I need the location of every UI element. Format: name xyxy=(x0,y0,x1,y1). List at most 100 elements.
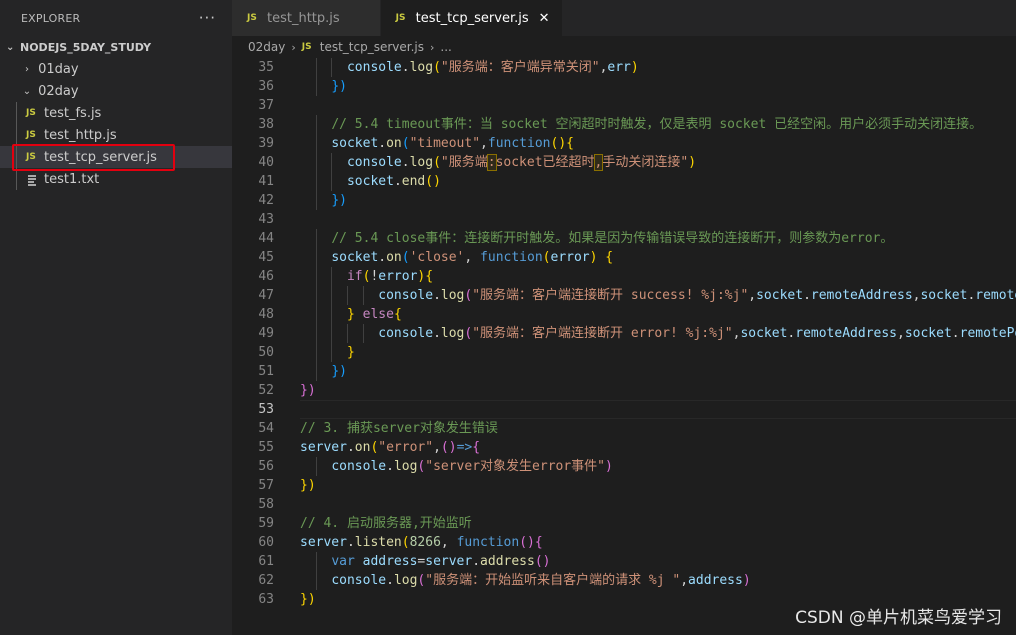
tree-item-label: test_fs.js xyxy=(44,105,102,121)
code-text: // 4. 启动服务器,开始监听 xyxy=(300,516,472,531)
line-number: 57 xyxy=(258,478,274,493)
line-number: 61 xyxy=(258,554,274,569)
line-number: 38 xyxy=(258,117,274,132)
breadcrumb-folder[interactable]: 02day xyxy=(248,40,285,54)
code-text: console.log("服务端：开始监听来自客户端的请求 %j ",addre… xyxy=(331,573,751,588)
tree-item-02day[interactable]: ⌄ 02day xyxy=(0,80,232,102)
code-text: console.log("服务端：客户端连接断开 error! %j:%j",s… xyxy=(378,326,1016,341)
code-line[interactable]: 58 xyxy=(232,495,1016,514)
breadcrumb-more[interactable]: ... xyxy=(440,40,451,54)
code-line[interactable]: 61 var address=server.address() xyxy=(232,552,1016,571)
js-file-icon: JS xyxy=(26,152,36,162)
code-line[interactable]: 54 // 3. 捕获server对象发生错误 xyxy=(232,419,1016,438)
breadcrumb-file[interactable]: test_tcp_server.js xyxy=(320,40,424,54)
code-line[interactable]: 40 console.log("服务端:socket已经超时,手动关闭连接") xyxy=(232,153,1016,172)
code-line[interactable]: 46 if(!error){ xyxy=(232,267,1016,286)
file-tree: › 01day ⌄ 02day JS test_fs.js JS test_http.js… xyxy=(0,58,232,190)
chevron-right-icon: › xyxy=(430,40,435,54)
code-text: }) xyxy=(331,79,347,94)
code-text: }) xyxy=(300,478,316,493)
code-line[interactable]: 56 console.log("server对象发生error事件") xyxy=(232,457,1016,476)
line-number: 55 xyxy=(258,440,274,455)
js-file-icon: JS xyxy=(26,108,36,118)
code-line[interactable]: 48 } else{ xyxy=(232,305,1016,324)
code-line[interactable]: 49 console.log("服务端：客户端连接断开 error! %j:%j… xyxy=(232,324,1016,343)
line-number: 45 xyxy=(258,250,274,265)
tree-item-01day[interactable]: › 01day xyxy=(0,58,232,80)
line-number: 50 xyxy=(258,345,274,360)
tree-item-test-tcp-server-js[interactable]: JS test_tcp_server.js xyxy=(0,146,232,168)
code-line[interactable]: 39 socket.on("timeout",function(){ xyxy=(232,134,1016,153)
code-line[interactable]: 35 console.log("服务端：客户端异常关闭",err) xyxy=(232,58,1016,77)
tree-item-test-http-js[interactable]: JS test_http.js xyxy=(0,124,232,146)
tree-item-test-fs-js[interactable]: JS test_fs.js xyxy=(0,102,232,124)
code-text: socket.on('close', function(error) { xyxy=(331,250,614,265)
code-text: server.on("error",()=>{ xyxy=(300,440,481,455)
line-number: 58 xyxy=(258,497,274,512)
tree-item-label: test_tcp_server.js xyxy=(44,149,157,165)
code-line[interactable]: 52}) xyxy=(232,381,1016,400)
indent-guide xyxy=(16,124,17,146)
code-text: }) xyxy=(331,193,347,208)
line-number: 35 xyxy=(258,60,274,75)
line-number: 41 xyxy=(258,174,274,189)
code-line[interactable]: 53 xyxy=(232,400,1016,419)
chevron-down-icon: ⌄ xyxy=(6,41,15,53)
code-editor[interactable]: 35 console.log("服务端：客户端异常关闭",err) 36 }) 37… xyxy=(232,58,1016,635)
js-file-icon: JS xyxy=(395,13,406,23)
code-line[interactable]: 41 socket.end() xyxy=(232,172,1016,191)
tab-test-tcp-server[interactable]: JS test_tcp_server.js ✕ xyxy=(380,0,563,36)
js-file-icon: JS xyxy=(301,42,312,52)
code-line[interactable]: 59 // 4. 启动服务器,开始监听 xyxy=(232,514,1016,533)
code-line[interactable]: 51 }) xyxy=(232,362,1016,381)
current-line-highlight xyxy=(300,400,1016,419)
tree-item-label: 02day xyxy=(38,83,79,99)
chevron-right-icon: › xyxy=(25,63,29,75)
code-line[interactable]: 60 server.listen(8266, function(){ xyxy=(232,533,1016,552)
code-text: // 5.4 close事件：连接断开时触发。如果是因为传输错误导致的连接断开，… xyxy=(331,231,894,246)
chevron-down-icon: ⌄ xyxy=(22,85,32,97)
line-number: 53 xyxy=(258,402,274,417)
code-text: var address=server.address() xyxy=(331,554,551,569)
indent-guide xyxy=(16,168,17,190)
code-line[interactable]: 47 console.log("服务端：客户端连接断开 success! %j:… xyxy=(232,286,1016,305)
explorer-header: EXPLORER ··· xyxy=(0,0,232,36)
tree-item-test1-txt[interactable]: test1.txt xyxy=(0,168,232,190)
line-number: 36 xyxy=(258,79,274,94)
more-actions-icon[interactable]: ··· xyxy=(199,9,216,27)
code-text: // 3. 捕获server对象发生错误 xyxy=(300,421,498,436)
project-folder[interactable]: ⌄ NODEJS_5DAY_STUDY xyxy=(0,36,232,58)
tab-label: test_tcp_server.js xyxy=(415,10,529,26)
line-number: 44 xyxy=(258,231,274,246)
tree-item-label: 01day xyxy=(38,61,79,77)
tree-item-label: test1.txt xyxy=(44,171,100,187)
code-line[interactable]: 38 // 5.4 timeout事件：当 socket 空闲超时时触发，仅是表… xyxy=(232,115,1016,134)
project-name: NODEJS_5DAY_STUDY xyxy=(20,40,152,54)
line-number: 60 xyxy=(258,535,274,550)
code-text: console.log("服务端:socket已经超时,手动关闭连接") xyxy=(346,154,697,171)
code-line[interactable]: 57}) xyxy=(232,476,1016,495)
code-line[interactable]: 45 socket.on('close', function(error) { xyxy=(232,248,1016,267)
code-line[interactable]: 44 // 5.4 close事件：连接断开时触发。如果是因为传输错误导致的连接… xyxy=(232,229,1016,248)
line-number: 63 xyxy=(258,592,274,607)
code-line[interactable]: 42 }) xyxy=(232,191,1016,210)
text-file-icon xyxy=(26,173,44,186)
code-line[interactable]: 55 server.on("error",()=>{ xyxy=(232,438,1016,457)
explorer-sidebar: EXPLORER ··· ⌄ NODEJS_5DAY_STUDY › 01day… xyxy=(0,0,232,635)
code-line[interactable]: 36 }) xyxy=(232,77,1016,96)
line-number: 47 xyxy=(258,288,274,303)
line-number: 56 xyxy=(258,459,274,474)
line-number: 43 xyxy=(258,212,274,227)
code-line[interactable]: 43 xyxy=(232,210,1016,229)
tab-test-http[interactable]: JS test_http.js xyxy=(232,0,381,36)
line-number: 52 xyxy=(258,383,274,398)
code-line[interactable]: 37 xyxy=(232,96,1016,115)
watermark: CSDN @单片机菜鸟爱学习 xyxy=(795,608,1002,628)
indent-guide xyxy=(16,102,17,124)
code-line[interactable]: 62 console.log("服务端：开始监听来自客户端的请求 %j ",ad… xyxy=(232,571,1016,590)
code-line[interactable]: 50 } xyxy=(232,343,1016,362)
line-number: 40 xyxy=(258,155,274,170)
close-icon[interactable]: ✕ xyxy=(539,11,550,26)
line-number: 48 xyxy=(258,307,274,322)
code-text: } xyxy=(346,345,355,360)
